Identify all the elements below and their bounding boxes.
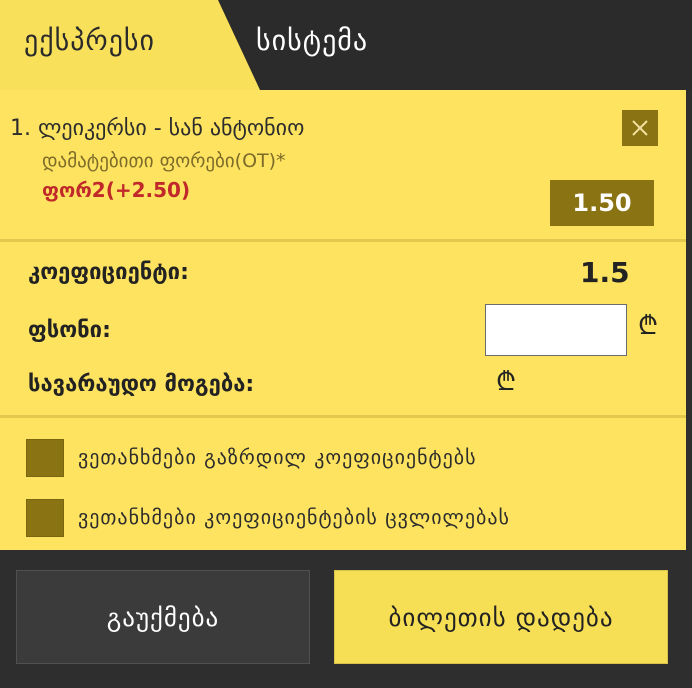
cancel-button[interactable]: გაუქმება (16, 570, 310, 664)
lari-currency-icon: ₾ (496, 367, 517, 397)
accept-odds-changes-option[interactable]: ვეთანხმები კოეფიციენტების ცვლილებას (26, 499, 666, 539)
bet-item: 1. ლეიკერსი - სან ანტონიო დამატებითი ფორ… (0, 90, 686, 242)
tab-system[interactable]: სისტემა (256, 24, 368, 57)
bet-market: დამატებითი ფორები(OT)* (42, 150, 286, 172)
tab-express-label[interactable]: ექსპრესი (24, 24, 155, 57)
bet-selection: ფორ2(+2.50) (42, 178, 191, 202)
scroll-edge (686, 90, 692, 550)
bet-event-title: 1. ლეიკერსი - სან ანტონიო (10, 116, 305, 141)
potential-win-label: სავარაუდო მოგება: (28, 372, 255, 397)
stake-input[interactable] (485, 304, 627, 356)
accept-odds-changes-checkbox[interactable] (26, 499, 64, 537)
bet-summary: კოეფიციენტი: 1.5 ფსონი: ₾ სავარაუდო მოგე… (0, 242, 686, 418)
coefficient-label: კოეფიციენტი: (28, 260, 189, 285)
betslip: ექსპრესი სისტემა 1. ლეიკერსი - სან ანტონ… (0, 0, 692, 688)
place-bet-button[interactable]: ბილეთის დადება (334, 570, 668, 664)
stake-label: ფსონი: (28, 318, 111, 343)
betslip-panel: 1. ლეიკერსი - სან ანტონიო დამატებითი ფორ… (0, 90, 686, 550)
accept-increased-odds-label[interactable]: ვეთანხმები გაზრდილ კოეფიციენტებს (78, 445, 477, 469)
close-icon (632, 120, 648, 136)
accept-increased-odds-option[interactable]: ვეთანხმები გაზრდილ კოეფიციენტებს (26, 439, 666, 479)
bet-odd: 1.50 (550, 180, 654, 226)
betslip-tabs: ექსპრესი სისტემა (0, 0, 692, 90)
accept-odds-changes-label[interactable]: ვეთანხმები კოეფიციენტების ცვლილებას (78, 505, 510, 529)
coefficient-value: 1.5 (580, 256, 630, 289)
bet-options: ვეთანხმები გაზრდილ კოეფიციენტებს ვეთანხმ… (0, 421, 686, 550)
remove-bet-button[interactable] (622, 110, 658, 146)
accept-increased-odds-checkbox[interactable] (26, 439, 64, 477)
lari-currency-icon: ₾ (638, 311, 659, 341)
